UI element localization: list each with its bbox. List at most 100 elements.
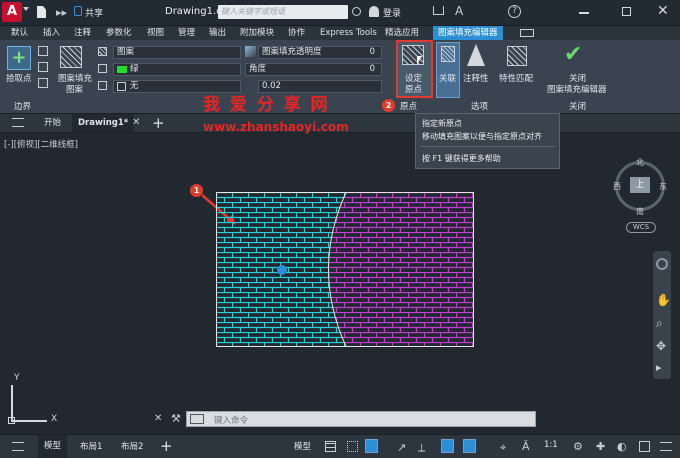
annotative-icon[interactable] — [467, 44, 485, 66]
restore-icon[interactable] — [622, 7, 631, 16]
angle-field[interactable]: 角度 0 — [245, 63, 382, 76]
viewcube-face[interactable]: 上 — [630, 177, 650, 193]
menu-insert[interactable]: 插入 — [43, 26, 60, 40]
menu-featured-apps[interactable]: 精选应用 — [385, 26, 419, 40]
wcs-menu[interactable]: WCS — [626, 222, 656, 233]
hatch-grip-point[interactable] — [277, 265, 287, 275]
layout-tab-1[interactable]: 布局1 — [80, 440, 102, 452]
pick-point-label[interactable]: 拾取点 — [6, 72, 32, 84]
command-input[interactable]: 键入命令 — [186, 411, 536, 427]
close-panel-label[interactable]: 关闭 — [569, 100, 586, 112]
ribbon-minimize-icon[interactable] — [520, 29, 534, 37]
zoom-icon[interactable]: ⌕ — [656, 316, 663, 331]
orbit-icon[interactable]: ✥ — [656, 339, 666, 353]
match-properties-icon[interactable] — [507, 46, 527, 66]
user-icon[interactable] — [369, 6, 379, 17]
steering-wheel-icon[interactable] — [656, 258, 668, 270]
pattern-type-icon — [98, 47, 107, 56]
drawing-viewport[interactable]: [-][俯视][二维线框] 1 北 南 西 东 上 WCS ✋ ⌕ ✥ ▸ Y — [0, 133, 680, 434]
menu-addins[interactable]: 附加模块 — [240, 26, 274, 40]
annotation-scale[interactable]: 1:1 — [544, 440, 558, 450]
login-label[interactable]: 登录 — [383, 6, 401, 19]
menu-view[interactable]: 视图 — [147, 26, 164, 40]
viewcube-south[interactable]: 南 — [636, 206, 644, 217]
help-icon[interactable]: ? — [508, 5, 521, 18]
remove-boundary-icon[interactable] — [38, 62, 48, 72]
app-menu-dropdown-icon[interactable] — [23, 7, 29, 11]
osnap-icon[interactable]: ⟂ — [418, 441, 425, 455]
isolate-icon[interactable]: ◐ — [617, 440, 627, 453]
close-icon[interactable]: ✕ — [657, 3, 669, 19]
annotation-icon[interactable]: Ā — [522, 440, 530, 453]
pattern-type-select[interactable]: 图案 — [113, 46, 241, 59]
model-space-toggle[interactable]: 模型 — [294, 440, 311, 452]
layout-tab-model[interactable]: 模型 — [38, 435, 68, 458]
options-panel-label[interactable]: 选项 — [471, 100, 488, 112]
layout-menu-icon[interactable] — [12, 442, 24, 451]
polar-icon[interactable]: ↗ — [397, 441, 406, 454]
hatch-drawing[interactable] — [216, 192, 474, 347]
transparency-field[interactable]: 图案填充透明度 0 — [258, 46, 382, 59]
add-layout-icon[interactable]: + — [160, 437, 173, 455]
menu-default[interactable]: 默认 — [11, 26, 28, 40]
new-tab-icon[interactable]: + — [152, 114, 165, 132]
search-icon[interactable] — [352, 7, 361, 16]
tab-start[interactable]: 开始 — [38, 114, 67, 132]
angle-label: 角度 — [249, 64, 267, 74]
annotative-label[interactable]: 注释性 — [463, 72, 489, 84]
command-history-icon[interactable] — [190, 414, 204, 424]
share-label[interactable]: 共享 — [85, 6, 103, 19]
command-customize-icon[interactable]: ⚒ — [171, 412, 181, 425]
workspace-gear-icon[interactable]: ⚙ — [573, 440, 583, 453]
pan-icon[interactable]: ✋ — [656, 293, 671, 307]
share-icon[interactable] — [74, 6, 82, 16]
layout-tab-2[interactable]: 布局2 — [121, 440, 143, 452]
viewcube-west[interactable]: 西 — [613, 181, 621, 192]
grid-icon[interactable] — [325, 441, 336, 452]
app-logo-icon[interactable]: A — [2, 2, 22, 22]
osnap-tracking-icon[interactable] — [441, 439, 454, 453]
set-origin-label-2[interactable]: 原点 — [405, 83, 422, 95]
showmotion-icon[interactable]: ▸ — [656, 361, 662, 374]
viewcube-north[interactable]: 北 — [636, 157, 644, 168]
tab-drawing1[interactable]: Drawing1* — [72, 114, 135, 132]
selection-cycling-icon[interactable]: ⌖ — [500, 441, 506, 455]
recreate-boundary-icon[interactable] — [38, 78, 48, 88]
close-editor-icon[interactable]: ✔ — [564, 44, 582, 66]
menu-annotate[interactable]: 注释 — [74, 26, 91, 40]
command-close-icon[interactable]: ✕ — [154, 413, 162, 424]
lineweight-icon[interactable] — [463, 439, 476, 453]
ucs-y-label: Y — [14, 373, 20, 383]
hatch-pattern-swatch-icon[interactable] — [60, 46, 82, 68]
new-file-icon[interactable] — [37, 6, 46, 18]
quick-access-more-icon[interactable]: ▸▸ — [56, 6, 67, 19]
ortho-icon[interactable] — [365, 439, 378, 453]
color-select[interactable]: 绿 — [113, 63, 241, 76]
menu-hatch-editor[interactable]: 图案填充编辑器 — [433, 26, 503, 40]
hatch-label-2[interactable]: 图案 — [66, 83, 83, 95]
minimize-icon[interactable] — [579, 12, 589, 14]
match-properties-label[interactable]: 特性匹配 — [499, 72, 533, 84]
origin-panel-label[interactable]: 原点 — [400, 100, 417, 112]
menu-collaborate[interactable]: 协作 — [288, 26, 305, 40]
pick-point-button[interactable]: + — [7, 46, 31, 70]
tab-close-icon[interactable]: ✕ — [132, 117, 140, 128]
viewcube-east[interactable]: 东 — [659, 181, 667, 192]
menu-output[interactable]: 输出 — [209, 26, 226, 40]
hamburger-menu-icon[interactable] — [12, 118, 24, 127]
search-input[interactable]: 键入关键字或短语 — [218, 5, 348, 19]
account-arrow-icon[interactable]: A — [455, 4, 463, 18]
navigation-bar[interactable] — [653, 251, 671, 379]
menu-parametric[interactable]: 参数化 — [106, 26, 132, 40]
menu-express-tools[interactable]: Express Tools — [320, 26, 377, 40]
menu-manage[interactable]: 管理 — [178, 26, 195, 40]
annotation-monitor-icon[interactable]: ✚ — [596, 440, 605, 453]
customize-status-icon[interactable] — [660, 442, 672, 451]
viewport-controls-label[interactable]: [-][俯视][二维线框] — [4, 138, 78, 150]
select-boundary-icon[interactable] — [38, 46, 48, 56]
close-editor-label-2[interactable]: 图案填充编辑器 — [547, 83, 607, 95]
snap-icon[interactable] — [347, 441, 358, 452]
boundary-panel-label[interactable]: 边界 — [14, 100, 31, 112]
cart-icon[interactable] — [433, 6, 444, 15]
fullscreen-icon[interactable] — [639, 441, 650, 452]
